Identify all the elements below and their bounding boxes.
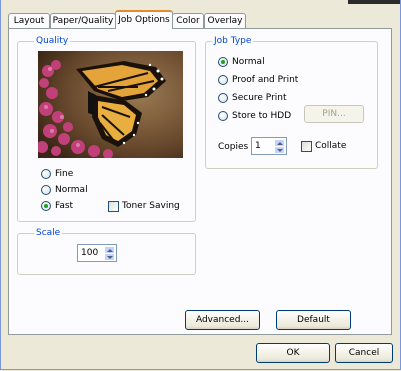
ok-button[interactable]: OK bbox=[256, 343, 330, 363]
collate-checkbox[interactable] bbox=[301, 141, 312, 152]
pin-button[interactable]: PIN... bbox=[304, 105, 364, 123]
quality-preview-image bbox=[38, 51, 183, 158]
scale-spinbox[interactable]: 100 bbox=[77, 244, 117, 262]
job-secure-print-radio[interactable] bbox=[218, 93, 228, 103]
toner-saving-checkbox[interactable] bbox=[108, 201, 119, 212]
tab-label: Color bbox=[176, 16, 200, 26]
advanced-button[interactable]: Advanced... bbox=[185, 310, 260, 330]
quality-fast-radio[interactable] bbox=[41, 201, 51, 211]
scale-down-arrow-icon[interactable] bbox=[104, 253, 115, 261]
quality-fast-label: Fast bbox=[55, 201, 74, 211]
copies-value: 1 bbox=[255, 141, 261, 151]
default-button[interactable]: Default bbox=[276, 310, 351, 330]
copies-down-arrow-icon[interactable] bbox=[274, 146, 285, 154]
quality-fine-radio[interactable] bbox=[41, 169, 51, 179]
quality-normal-label: Normal bbox=[55, 185, 88, 195]
quality-normal-radio[interactable] bbox=[41, 185, 51, 195]
tab-label: Paper/Quality bbox=[52, 16, 114, 26]
tab-layout[interactable]: Layout bbox=[8, 13, 50, 28]
job-normal-label: Normal bbox=[232, 57, 265, 67]
job-proof-print-radio[interactable] bbox=[218, 75, 228, 85]
job-proof-print-label: Proof and Print bbox=[232, 75, 299, 85]
collate-label: Collate bbox=[315, 141, 347, 151]
tab-label: Job Options bbox=[118, 15, 170, 25]
job-store-hdd-radio[interactable] bbox=[218, 111, 228, 121]
tab-paper-quality[interactable]: Paper/Quality bbox=[50, 13, 116, 28]
scale-value: 100 bbox=[81, 248, 99, 258]
copies-label: Copies bbox=[218, 142, 249, 152]
toner-saving-label: Toner Saving bbox=[122, 201, 180, 211]
tab-label: Overlay bbox=[207, 16, 243, 26]
quality-fine-label: Fine bbox=[55, 169, 74, 179]
job-store-hdd-label: Store to HDD bbox=[232, 111, 292, 121]
selected-dot-icon bbox=[221, 60, 225, 64]
job-type-legend: Job Type bbox=[212, 36, 254, 47]
butterfly-image bbox=[38, 51, 183, 158]
title-bar-fragment bbox=[348, 0, 401, 4]
selected-dot-icon bbox=[44, 204, 48, 208]
copies-spinbox[interactable]: 1 bbox=[251, 137, 287, 155]
job-options-page: Quality Fine Normal Fast Toner Saving Sc… bbox=[8, 28, 392, 335]
job-secure-print-label: Secure Print bbox=[232, 93, 287, 103]
tab-job-options[interactable]: Job Options bbox=[115, 10, 173, 29]
tab-color[interactable]: Color bbox=[172, 13, 204, 28]
cancel-button[interactable]: Cancel bbox=[335, 343, 393, 363]
job-normal-radio[interactable] bbox=[218, 57, 228, 67]
tab-overlay[interactable]: Overlay bbox=[204, 13, 246, 28]
scale-legend: Scale bbox=[34, 228, 63, 239]
quality-legend: Quality bbox=[34, 36, 71, 47]
tab-label: Layout bbox=[13, 16, 45, 26]
